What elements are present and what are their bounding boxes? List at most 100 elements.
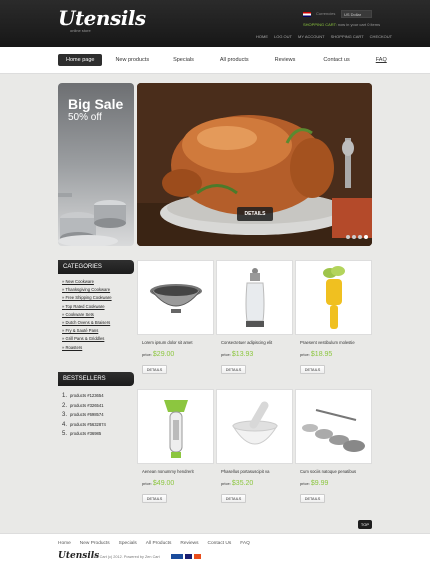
nav-contact-us[interactable]: Contact us xyxy=(315,54,357,66)
price-label: price: xyxy=(300,481,310,486)
header: Utensils online store Currencies US Doll… xyxy=(0,0,430,47)
nav-specials[interactable]: Specials xyxy=(165,54,202,66)
nav-new-products[interactable]: New products xyxy=(107,54,157,66)
price-value: $49.00 xyxy=(152,480,175,487)
bestseller-rank: 4. xyxy=(62,421,68,428)
product-image-peeler[interactable] xyxy=(137,389,214,464)
footer-links: Home New Products Specials All Products … xyxy=(58,541,250,546)
price-label: price: xyxy=(142,481,152,486)
product-price: price: $13.93 xyxy=(221,351,253,358)
toplink-logout[interactable]: LOG OUT xyxy=(274,34,292,39)
product-name[interactable]: Consectetuer adipiscing elit xyxy=(221,340,272,345)
toplink-shopping-cart[interactable]: SHOPPING CART xyxy=(331,34,364,39)
category-item[interactable]: Cookware Sets xyxy=(62,311,112,319)
product-name[interactable]: Phasellus portasuscipit va xyxy=(221,469,269,474)
bestseller-item[interactable]: 1. products #123654 xyxy=(62,391,106,401)
bestseller-rank: 3. xyxy=(62,412,68,418)
toplink-home[interactable]: HOME xyxy=(256,34,268,39)
product-price: price: $49.00 xyxy=(142,480,174,487)
bestseller-label: products #698574 xyxy=(70,412,104,417)
bestseller-label: products #36985 xyxy=(70,431,102,436)
product-details-button[interactable]: DETAILS xyxy=(300,365,325,374)
copyright: Zen Cart (c) 2012. Powered by Zen Cart xyxy=(92,555,160,559)
product-image-mortar[interactable] xyxy=(216,389,293,464)
uk-flag-icon[interactable] xyxy=(303,12,311,17)
category-item[interactable]: Free Shipping Cookware xyxy=(62,294,112,302)
nav-faq[interactable]: FAQ xyxy=(368,54,395,66)
bestseller-label: products #123654 xyxy=(70,393,104,398)
product-image-measuring-cups[interactable] xyxy=(295,389,372,464)
hero-slider[interactable]: DETAILS xyxy=(137,83,372,246)
price-label: price: xyxy=(300,352,310,357)
logo[interactable]: Utensils xyxy=(58,6,146,30)
footer-link-faq[interactable]: FAQ xyxy=(240,541,250,546)
footer-link-specials[interactable]: Specials xyxy=(119,541,137,546)
toplink-checkout[interactable]: CHECKOUT xyxy=(370,34,392,39)
bestseller-item[interactable]: 4. products #5632874 xyxy=(62,420,106,430)
slicer-icon xyxy=(323,266,345,329)
footer: Home New Products Specials All Products … xyxy=(0,533,430,569)
slider-dot-2[interactable] xyxy=(352,235,356,239)
product-details-button[interactable]: DETAILS xyxy=(221,365,246,374)
nav-home-page[interactable]: Home page xyxy=(58,54,103,66)
category-item[interactable]: Grill Pans & Griddles xyxy=(62,335,112,343)
cart-summary[interactable]: SHOPPING CART: now in your cart 0 items xyxy=(303,22,380,27)
product-name[interactable]: Aenean nonummy hendrerit xyxy=(142,469,194,474)
category-item[interactable]: Roasters xyxy=(62,344,112,352)
footer-link-reviews[interactable]: Reviews xyxy=(180,541,198,546)
price-value: $29.00 xyxy=(152,351,175,358)
slider-dots xyxy=(346,235,368,239)
peeler-icon xyxy=(164,400,188,458)
product-details-button[interactable]: DETAILS xyxy=(142,494,167,503)
product-image-colander[interactable] xyxy=(137,260,214,335)
sale-banner[interactable]: Big Sale 50% off xyxy=(58,83,134,246)
product-name[interactable]: Lorem ipsum dolor sit amet xyxy=(142,340,193,345)
colander-icon xyxy=(150,284,202,313)
bestseller-rank: 2. xyxy=(62,402,68,409)
bestsellers-list: 1. products #123654 2. products #326541 3.… xyxy=(62,391,106,439)
product-image-slicer[interactable] xyxy=(295,260,372,335)
bestseller-item[interactable]: 3. products #698574 xyxy=(62,410,106,420)
footer-link-contact-us[interactable]: Contact Us xyxy=(208,541,232,546)
category-item[interactable]: Top Rated Cookware xyxy=(62,303,112,311)
product-image-pepper-mill[interactable] xyxy=(216,260,293,335)
nav-reviews[interactable]: Reviews xyxy=(267,54,304,66)
scroll-top-button[interactable]: TOP xyxy=(358,520,372,529)
price-label: price: xyxy=(221,481,231,486)
footer-link-all-products[interactable]: All Products xyxy=(146,541,172,546)
category-item[interactable]: Dutch Ovens & Braisers xyxy=(62,319,112,327)
price-label: price: xyxy=(221,352,231,357)
slider-dot-3[interactable] xyxy=(358,235,362,239)
slider-dot-4[interactable] xyxy=(364,235,368,239)
footer-link-home[interactable]: Home xyxy=(58,541,71,546)
category-item[interactable]: Thanksgiving Cookware xyxy=(62,286,112,294)
sale-subtitle: 50% off xyxy=(68,112,102,123)
bestseller-item[interactable]: 5. products #36985 xyxy=(62,429,106,439)
category-item[interactable]: New Cookware xyxy=(62,278,112,286)
visa-icon xyxy=(185,554,192,559)
product-price: price: $35.20 xyxy=(221,480,253,487)
price-value: $18.95 xyxy=(310,351,333,358)
top-links: HOME LOG OUT MY ACCOUNT SHOPPING CART CH… xyxy=(256,34,392,39)
bestseller-label: products #326541 xyxy=(70,402,104,408)
slider-dot-1[interactable] xyxy=(346,235,350,239)
nav-all-products[interactable]: All products xyxy=(212,54,257,66)
product-details-button[interactable]: DETAILS xyxy=(300,494,325,503)
product-name[interactable]: Cum sociis natoque penatibus xyxy=(300,469,356,474)
cart-label: SHOPPING CART: xyxy=(303,22,337,27)
product-details-button[interactable]: DETAILS xyxy=(142,365,167,374)
hero-details-button[interactable]: DETAILS xyxy=(237,207,273,221)
footer-link-new-products[interactable]: New Products xyxy=(80,541,110,546)
sale-title: Big Sale xyxy=(68,96,124,112)
main-nav: Home page New products Specials All prod… xyxy=(0,47,430,74)
payment-icons xyxy=(171,554,201,559)
pepper-mill-icon xyxy=(245,268,265,327)
tagline: online store xyxy=(70,28,91,33)
category-item[interactable]: Fry & Sauté Pans xyxy=(62,327,112,335)
product-name[interactable]: Praesent vestibulum molestie xyxy=(300,340,355,345)
toplink-my-account[interactable]: MY ACCOUNT xyxy=(298,34,325,39)
bestseller-rank: 1. xyxy=(62,393,68,399)
product-details-button[interactable]: DETAILS xyxy=(221,494,246,503)
bestseller-item[interactable]: 2. products #326541 xyxy=(62,401,106,411)
currency-select[interactable]: US Dollar xyxy=(341,10,372,18)
